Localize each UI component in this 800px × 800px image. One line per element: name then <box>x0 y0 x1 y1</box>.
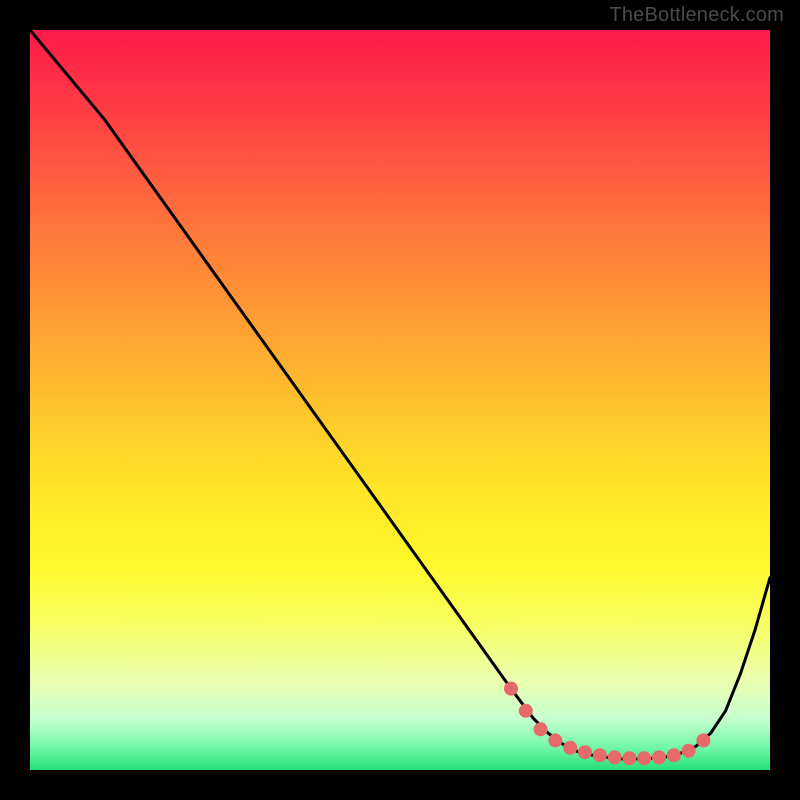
plot-area <box>30 30 770 770</box>
marker-point <box>682 744 696 758</box>
marker-point <box>563 741 577 755</box>
bottleneck-curve <box>30 30 770 770</box>
marker-point <box>519 704 533 718</box>
marker-point <box>578 745 592 759</box>
marker-point <box>652 750 666 764</box>
marker-point <box>593 748 607 762</box>
chart-frame: TheBottleneck.com <box>0 0 800 800</box>
marker-point <box>622 751 636 765</box>
attribution-text: TheBottleneck.com <box>609 4 784 27</box>
marker-point <box>534 722 548 736</box>
marker-point <box>548 733 562 747</box>
marker-point <box>667 748 681 762</box>
marker-point <box>696 733 710 747</box>
curve-path <box>30 30 770 759</box>
marker-point <box>504 682 518 696</box>
marker-point <box>637 751 651 765</box>
marker-point <box>608 750 622 764</box>
